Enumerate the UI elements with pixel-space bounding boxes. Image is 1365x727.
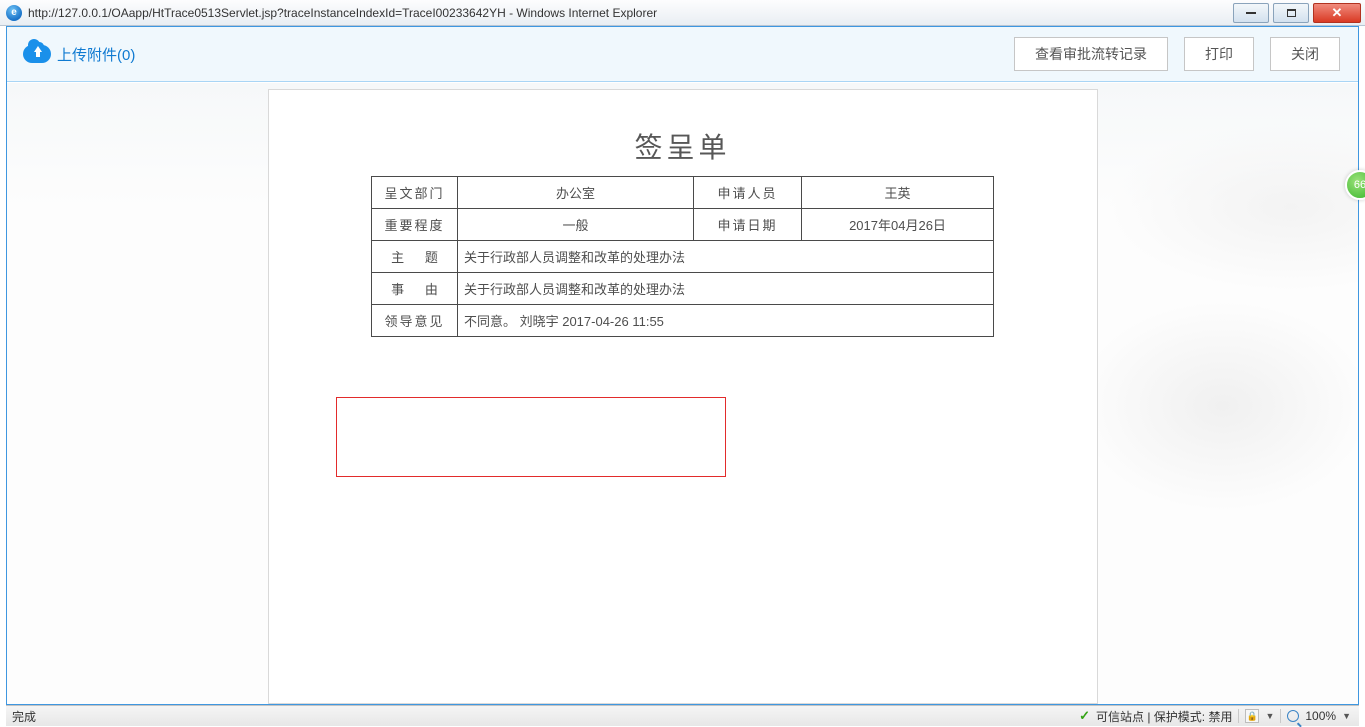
table-row: 主 题 关于行政部人员调整和改革的处理办法 [372, 241, 994, 273]
label-dept: 呈文部门 [372, 177, 458, 209]
table-row: 呈文部门 办公室 申请人员 王英 [372, 177, 994, 209]
ie-icon: e [6, 5, 22, 21]
maximize-button[interactable] [1273, 3, 1309, 23]
form-title: 签呈单 [269, 126, 1097, 166]
label-priority: 重要程度 [372, 209, 458, 241]
security-icon[interactable]: 🔒 [1245, 709, 1259, 723]
action-buttons: 查看审批流转记录 打印 关闭 [1014, 37, 1340, 71]
value-apply-date: 2017年04月26日 [802, 209, 994, 241]
label-apply-date: 申请日期 [694, 209, 802, 241]
status-trusted-text: 可信站点 | 保护模式: 禁用 [1096, 708, 1232, 725]
upload-attachment-button[interactable]: 上传附件(0) [23, 44, 135, 65]
status-bar: 完成 ✓ 可信站点 | 保护模式: 禁用 🔒 ▼ 100% ▼ [6, 705, 1359, 726]
view-approval-flow-button[interactable]: 查看审批流转记录 [1014, 37, 1168, 71]
notification-count: 66 [1354, 179, 1365, 191]
label-leader-opinion: 领导意见 [372, 305, 458, 337]
zoom-icon[interactable] [1287, 710, 1299, 722]
cloud-upload-icon [23, 45, 51, 63]
value-dept: 办公室 [458, 177, 694, 209]
window-buttons: ✕ [1231, 2, 1363, 24]
window-titlebar: e http://127.0.0.1/OAapp/HtTrace0513Serv… [0, 0, 1365, 26]
action-bar: 上传附件(0) 查看审批流转记录 打印 关闭 [7, 27, 1358, 82]
status-left: 完成 [6, 708, 1079, 725]
upload-attachment-label: 上传附件(0) [57, 44, 135, 65]
table-row: 事 由 关于行政部人员调整和改革的处理办法 [372, 273, 994, 305]
value-applicant: 王英 [802, 177, 994, 209]
content-area: 签呈单 呈文部门 办公室 申请人员 王英 重要程度 一般 申请日期 2017年0… [7, 83, 1358, 704]
table-row: 重要程度 一般 申请日期 2017年04月26日 [372, 209, 994, 241]
value-leader-opinion: 不同意。 刘晓宇 2017-04-26 11:55 [458, 305, 994, 337]
close-button[interactable]: 关闭 [1270, 37, 1340, 71]
status-right: ✓ 可信站点 | 保护模式: 禁用 🔒 ▼ 100% ▼ [1079, 708, 1359, 725]
print-button[interactable]: 打印 [1184, 37, 1254, 71]
status-separator [1238, 709, 1239, 723]
zoom-dropdown-icon[interactable]: ▼ [1342, 711, 1351, 721]
zoom-level-text: 100% [1305, 709, 1336, 723]
form-table: 呈文部门 办公室 申请人员 王英 重要程度 一般 申请日期 2017年04月26… [371, 176, 994, 337]
window-title-left: e http://127.0.0.1/OAapp/HtTrace0513Serv… [0, 5, 657, 21]
value-subject: 关于行政部人员调整和改革的处理办法 [458, 241, 994, 273]
check-icon: ✓ [1079, 708, 1090, 724]
label-reason: 事 由 [372, 273, 458, 305]
window-close-button[interactable]: ✕ [1313, 3, 1361, 23]
app-frame: 上传附件(0) 查看审批流转记录 打印 关闭 签呈单 呈文部门 办公室 申请人员… [6, 26, 1359, 705]
minimize-button[interactable] [1233, 3, 1269, 23]
document-paper: 签呈单 呈文部门 办公室 申请人员 王英 重要程度 一般 申请日期 2017年0… [268, 89, 1098, 704]
value-priority: 一般 [458, 209, 694, 241]
window-title-text: http://127.0.0.1/OAapp/HtTrace0513Servle… [28, 6, 657, 20]
security-dropdown-icon[interactable]: ▼ [1265, 711, 1274, 721]
value-reason: 关于行政部人员调整和改革的处理办法 [458, 273, 994, 305]
status-separator [1280, 709, 1281, 723]
highlight-box [336, 397, 726, 477]
table-row: 领导意见 不同意。 刘晓宇 2017-04-26 11:55 [372, 305, 994, 337]
label-subject: 主 题 [372, 241, 458, 273]
label-applicant: 申请人员 [694, 177, 802, 209]
